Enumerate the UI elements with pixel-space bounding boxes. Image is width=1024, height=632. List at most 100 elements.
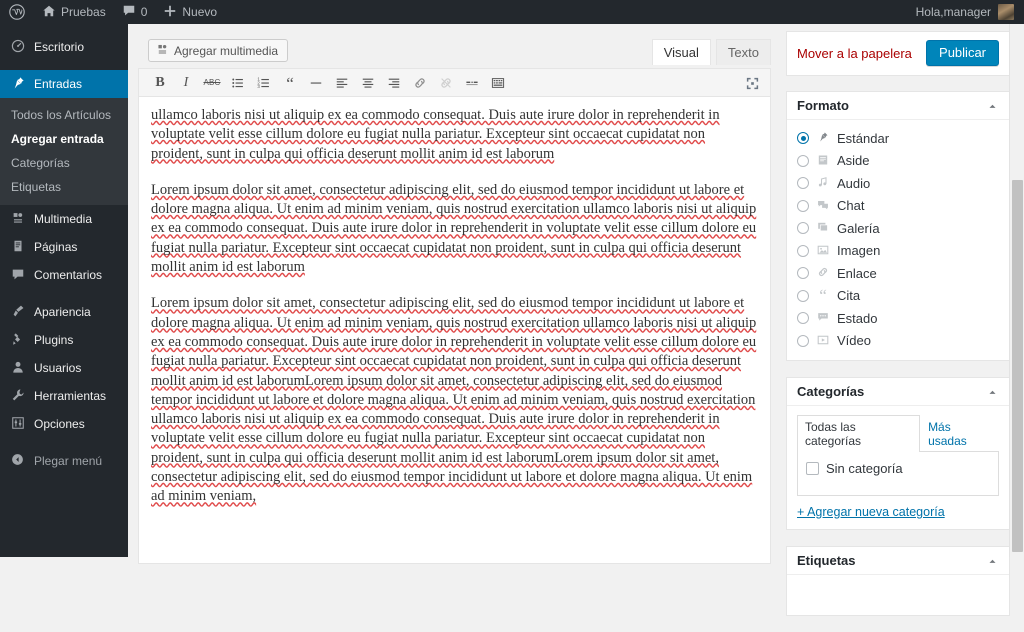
sidebar-subitem-etiquetas[interactable]: Etiquetas <box>0 175 128 199</box>
pin-icon <box>816 131 830 145</box>
format-option-galeria[interactable]: Galería <box>797 217 999 240</box>
sidebar-subitem-categorias[interactable]: Categorías <box>0 151 128 175</box>
format-option-label: Vídeo <box>837 333 871 349</box>
format-box-header: Formato <box>787 92 1009 120</box>
radio-imagen[interactable] <box>797 244 809 257</box>
publish-button[interactable]: Publicar <box>926 40 999 66</box>
tags-box-title: Etiquetas <box>797 553 856 568</box>
media-icon <box>9 211 26 227</box>
editor-content-body[interactable]: ullamco laboris nisi ut aliquip ex ea co… <box>139 97 770 563</box>
category-checkbox[interactable] <box>806 462 819 475</box>
category-item-sin-categoria[interactable]: Sin categoría <box>806 461 990 476</box>
radio-enlace[interactable] <box>797 267 809 280</box>
categories-box-title: Categorías <box>797 384 865 399</box>
align-center-icon[interactable] <box>355 72 381 94</box>
radio-audio[interactable] <box>797 177 809 190</box>
editor-paragraph: Lorem ipsum dolor sit amet, consectetur … <box>151 181 757 276</box>
sidebar-item-herramientas[interactable]: Herramientas <box>0 382 128 410</box>
radio-estado[interactable] <box>797 312 809 325</box>
align-left-icon[interactable] <box>329 72 355 94</box>
radio-chat[interactable] <box>797 199 809 212</box>
strikethrough-icon[interactable]: ABC <box>199 72 225 94</box>
format-option-estado[interactable]: Estado <box>797 307 999 330</box>
plugin-icon <box>9 332 26 348</box>
new-content-menu[interactable]: Nuevo <box>155 0 225 24</box>
menu-spacer-3 <box>0 438 128 447</box>
editor-mode-tabs: Visual Texto <box>647 39 771 65</box>
site-name-menu[interactable]: Pruebas <box>34 0 114 24</box>
format-option-chat[interactable]: Chat <box>797 195 999 218</box>
format-box: Formato Estándar Aside Audio Chat Galerí… <box>786 91 1010 361</box>
comments-bubble[interactable]: 0 <box>114 0 156 24</box>
radio-video[interactable] <box>797 334 809 347</box>
wordpress-logo-icon <box>9 4 25 20</box>
sidebar-item-opciones[interactable]: Opciones <box>0 410 128 438</box>
page-scrollbar[interactable] <box>1009 24 1024 557</box>
comment-icon <box>9 267 26 283</box>
sidebar-item-label: Usuarios <box>34 361 82 375</box>
sidebar-subitem-agregar-entrada[interactable]: Agregar entrada <box>0 127 128 151</box>
chevron-up-icon[interactable] <box>981 92 1003 120</box>
sidebar-item-comentarios[interactable]: Comentarios <box>0 261 128 289</box>
format-option-estandar[interactable]: Estándar <box>797 127 999 150</box>
link-icon[interactable] <box>407 72 433 94</box>
sidebar-item-apariencia[interactable]: Apariencia <box>0 298 128 326</box>
sidebar-item-label: Apariencia <box>34 305 91 319</box>
editor-wrap: B I ABC 1 2 3 “ ullamco laboris nisi ut … <box>138 68 771 564</box>
sidebar-subitem-todos-los-articulos[interactable]: Todos los Artículos <box>0 103 128 127</box>
chevron-up-icon[interactable] <box>981 547 1003 575</box>
brush-icon <box>9 304 26 320</box>
radio-aside[interactable] <box>797 154 809 167</box>
sidebar-item-entradas[interactable]: Entradas <box>0 70 136 98</box>
horizontal-rule-icon[interactable] <box>303 72 329 94</box>
chevron-up-icon[interactable] <box>981 378 1003 406</box>
insert-more-tag-icon[interactable] <box>459 72 485 94</box>
collapse-menu-button[interactable]: Plegar menú <box>0 447 128 475</box>
italic-icon[interactable]: I <box>173 72 199 94</box>
bold-icon[interactable]: B <box>147 72 173 94</box>
plus-icon <box>163 4 177 20</box>
tab-visual[interactable]: Visual <box>651 39 711 65</box>
move-to-trash-link[interactable]: Mover a la papelera <box>797 46 912 61</box>
radio-galeria[interactable] <box>797 222 809 235</box>
align-right-icon[interactable] <box>381 72 407 94</box>
collapse-arrow-icon <box>9 453 26 469</box>
tab-todas-las-categorias[interactable]: Todas las categorías <box>797 415 921 452</box>
sidebar-item-plugins[interactable]: Plugins <box>0 326 128 354</box>
add-new-category-link[interactable]: + Agregar nueva categoría <box>797 505 999 519</box>
add-media-button[interactable]: Agregar multimedia <box>148 39 289 62</box>
entradas-submenu: Todos los Artículos Agregar entrada Cate… <box>0 98 128 205</box>
format-option-audio[interactable]: Audio <box>797 172 999 195</box>
my-account-menu[interactable]: Hola,manager <box>908 0 1022 24</box>
sidebar-item-label: Páginas <box>34 240 78 254</box>
radio-cita[interactable] <box>797 289 809 302</box>
media-icon <box>156 43 169 58</box>
sidebar-item-escritorio[interactable]: Escritorio <box>0 33 128 61</box>
format-option-video[interactable]: Vídeo <box>797 330 999 353</box>
chat-icon <box>816 199 830 213</box>
unlink-icon[interactable] <box>433 72 459 94</box>
format-option-aside[interactable]: Aside <box>797 150 999 173</box>
video-icon <box>816 334 830 348</box>
sidebar-item-paginas[interactable]: Páginas <box>0 233 128 261</box>
format-option-label: Imagen <box>837 243 881 259</box>
wordpress-logo-icon[interactable] <box>0 0 34 24</box>
format-option-label: Estado <box>837 310 878 326</box>
format-option-cita[interactable]: “ Cita <box>797 285 999 308</box>
sidebar-item-usuarios[interactable]: Usuarios <box>0 354 128 382</box>
tab-texto[interactable]: Texto <box>715 39 771 65</box>
sidebar-item-label: Opciones <box>34 417 85 431</box>
distraction-free-icon[interactable] <box>740 72 764 94</box>
menu-spacer-1 <box>0 61 128 70</box>
sidebar-item-multimedia[interactable]: Multimedia <box>0 205 128 233</box>
bullet-list-icon[interactable] <box>225 72 251 94</box>
radio-estandar[interactable] <box>797 132 809 145</box>
format-box-body: Estándar Aside Audio Chat Galería Imagen… <box>787 120 1009 360</box>
toolbar-toggle-icon[interactable] <box>485 72 511 94</box>
numbered-list-icon[interactable]: 1 2 3 <box>251 72 277 94</box>
blockquote-icon[interactable]: “ <box>277 72 303 94</box>
format-option-enlace[interactable]: Enlace <box>797 262 999 285</box>
scrollbar-thumb[interactable] <box>1012 180 1023 552</box>
tab-mas-usadas[interactable]: Más usadas <box>920 415 999 452</box>
format-option-imagen[interactable]: Imagen <box>797 240 999 263</box>
